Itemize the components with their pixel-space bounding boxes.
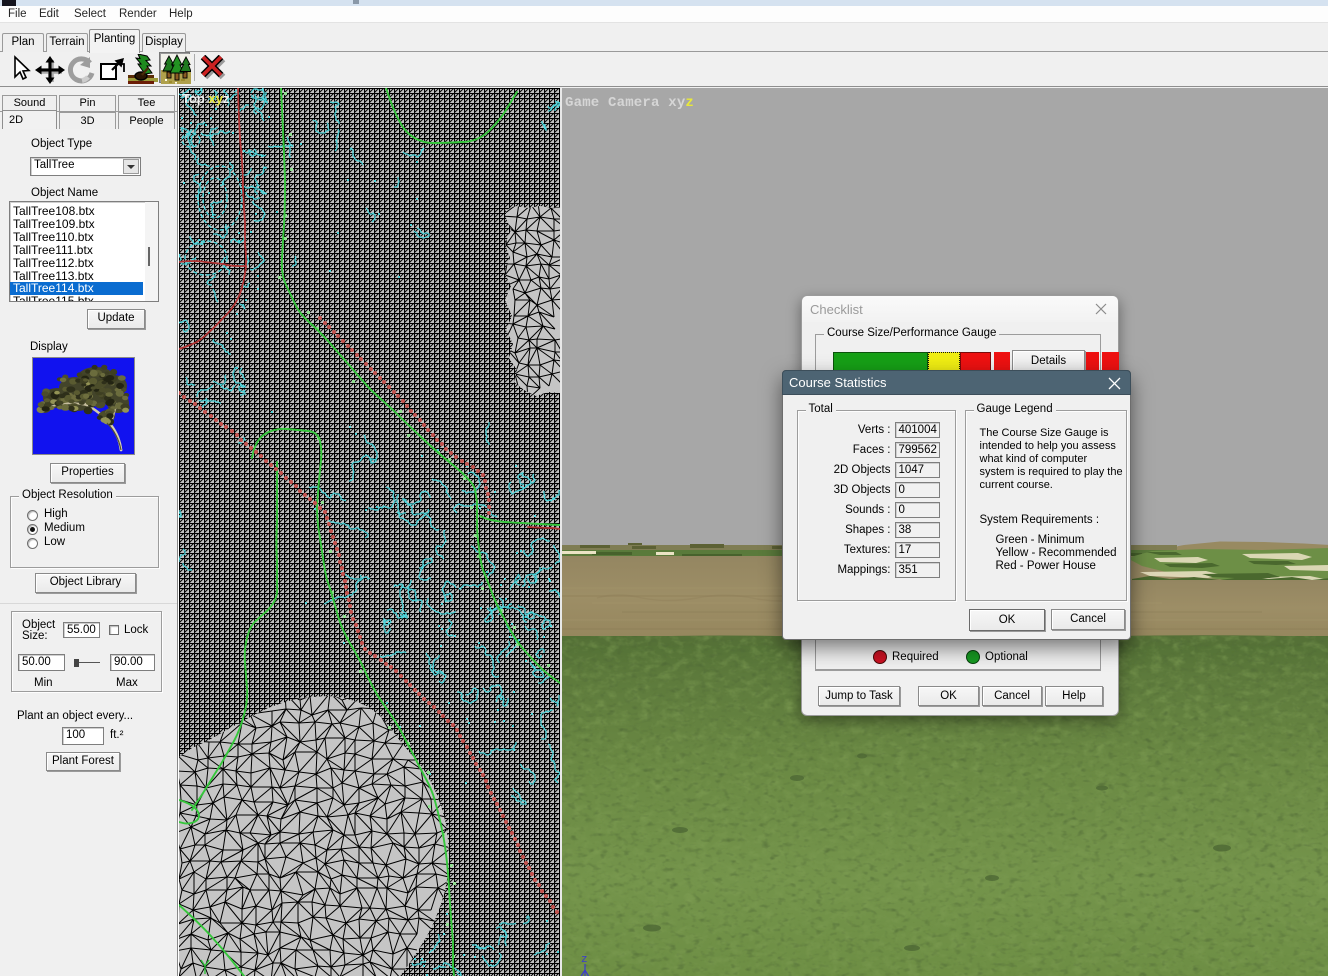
svg-text:Top xyz: Top xyz (182, 91, 230, 106)
svg-text:Game Camera xyz: Game Camera xyz (565, 95, 694, 111)
svg-text:z: z (581, 954, 588, 966)
